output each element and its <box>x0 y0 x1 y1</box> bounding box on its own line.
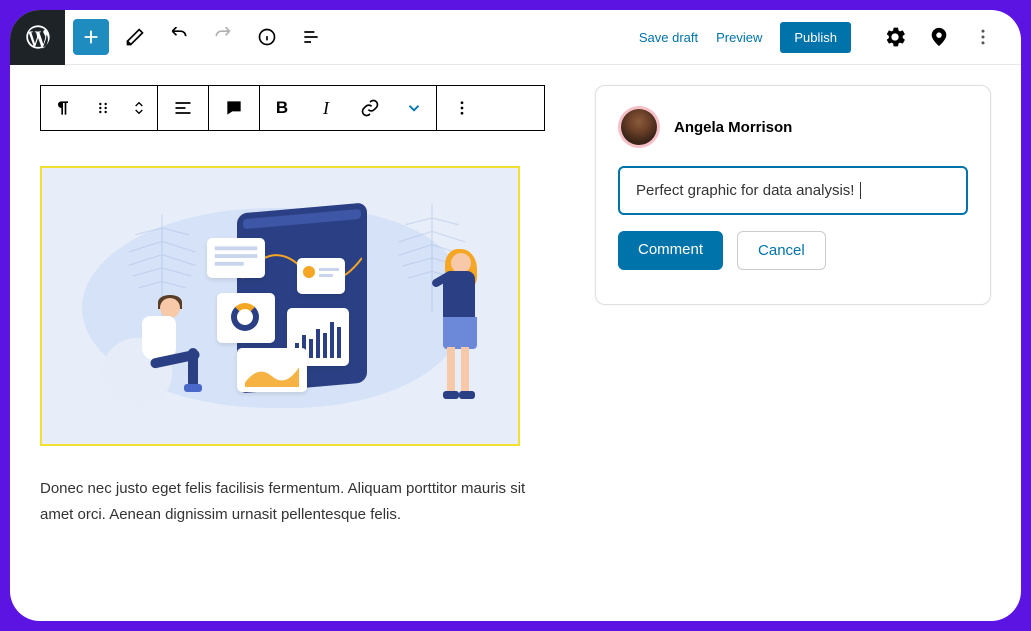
location-icon <box>928 26 950 48</box>
more-format-button[interactable] <box>392 86 436 130</box>
italic-button[interactable]: I <box>304 86 348 130</box>
bold-button[interactable]: B <box>260 86 304 130</box>
move-buttons[interactable] <box>121 86 157 130</box>
list-icon <box>301 27 321 47</box>
block-type-button[interactable] <box>41 86 85 130</box>
chevrons-icon <box>131 98 147 118</box>
settings-button[interactable] <box>877 19 913 55</box>
paragraph-block[interactable]: Donec nec justo eget felis facilisis fer… <box>40 476 545 529</box>
add-block-button[interactable] <box>73 19 109 55</box>
paragraph-icon <box>53 98 73 118</box>
link-icon <box>360 98 380 118</box>
comment-icon <box>224 98 244 118</box>
publish-button[interactable]: Publish <box>780 22 851 53</box>
info-button[interactable] <box>249 19 285 55</box>
info-icon <box>257 27 277 47</box>
wordpress-icon <box>24 23 52 51</box>
comment-submit-button[interactable]: Comment <box>618 231 723 270</box>
drag-handle[interactable] <box>85 86 121 130</box>
editor-content: B I ✓ <box>10 65 1021 549</box>
gear-icon <box>884 26 906 48</box>
avatar <box>618 106 660 148</box>
plugin-button[interactable] <box>921 19 957 55</box>
commenter-name: Angela Morrison <box>674 119 792 136</box>
save-draft-link[interactable]: Save draft <box>639 30 698 45</box>
comment-cancel-button[interactable]: Cancel <box>737 231 826 270</box>
plus-icon <box>80 26 102 48</box>
link-button[interactable] <box>348 86 392 130</box>
kebab-icon <box>453 99 471 117</box>
left-column: B I ✓ <box>40 85 545 529</box>
image-block-selected[interactable]: ✓ <box>40 166 520 446</box>
italic-icon: I <box>323 98 329 119</box>
align-button[interactable] <box>158 86 208 130</box>
undo-button[interactable] <box>161 19 197 55</box>
redo-button[interactable] <box>205 19 241 55</box>
outline-button[interactable] <box>293 19 329 55</box>
undo-icon <box>169 27 189 47</box>
top-toolbar: Save draft Preview Publish <box>10 10 1021 65</box>
edit-mode-button[interactable] <box>117 19 153 55</box>
redo-icon <box>213 27 233 47</box>
block-more-button[interactable] <box>437 86 487 130</box>
preview-link[interactable]: Preview <box>716 30 762 45</box>
comment-tool-button[interactable] <box>209 86 259 130</box>
bold-icon: B <box>276 98 288 118</box>
chevron-down-icon <box>405 99 423 117</box>
illustration: ✓ <box>42 168 518 444</box>
comment-input[interactable]: Perfect graphic for data analysis! <box>618 166 968 215</box>
comment-card: Angela Morrison Perfect graphic for data… <box>595 85 991 305</box>
block-toolbar: B I <box>40 85 545 131</box>
align-left-icon <box>173 98 193 118</box>
drag-icon <box>95 100 111 116</box>
editor-frame: Save draft Preview Publish <box>10 10 1021 621</box>
wordpress-logo[interactable] <box>10 10 65 65</box>
kebab-icon <box>973 27 993 47</box>
more-menu-button[interactable] <box>965 19 1001 55</box>
pencil-icon <box>125 27 145 47</box>
